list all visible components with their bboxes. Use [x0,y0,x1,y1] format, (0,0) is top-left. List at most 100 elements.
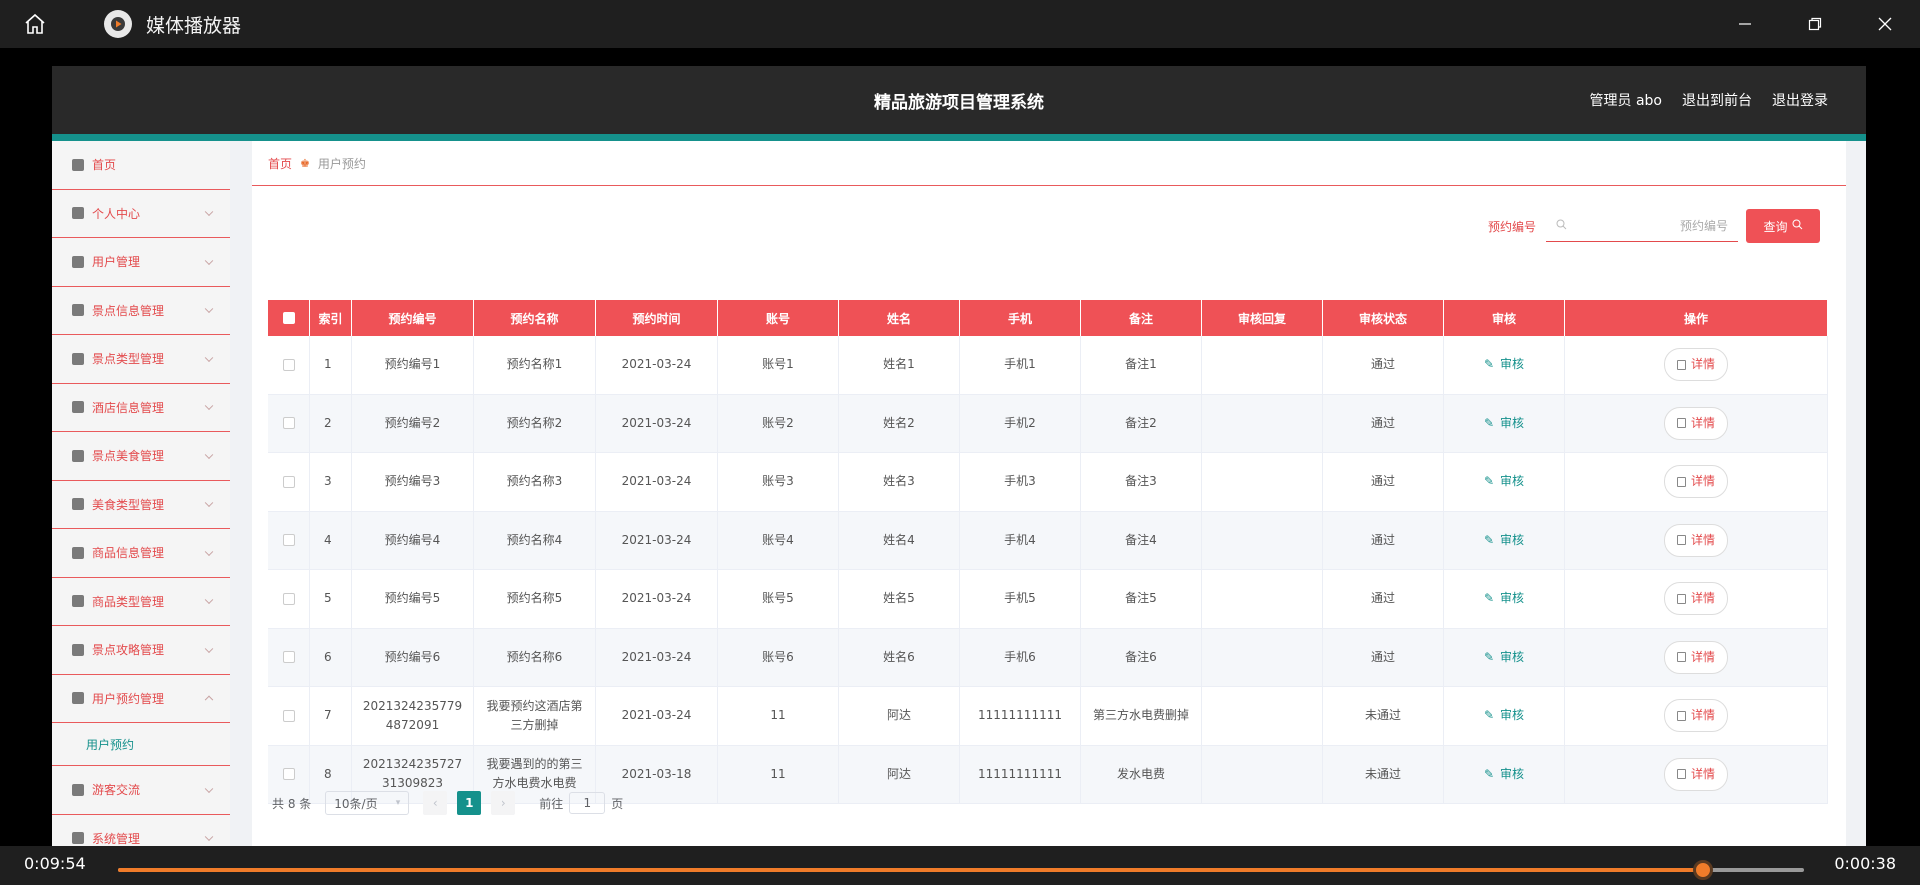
operation-cell: 详情 [1565,453,1828,511]
audit-button[interactable]: ✎ 审核 [1484,648,1524,667]
detail-button[interactable]: 详情 [1663,465,1728,499]
column-header: 备注 [1081,300,1202,336]
table-cell: 预约名称3 [474,453,596,511]
page-size-select[interactable]: 10条/页 ▾ [325,791,410,815]
row-checkbox[interactable] [268,570,310,628]
audit-cell: ✎ 审核 [1444,570,1565,628]
row-checkbox[interactable] [268,336,310,394]
next-page-button[interactable]: › [491,791,516,815]
audit-label: 审核 [1500,708,1525,723]
audit-button[interactable]: ✎ 审核 [1484,355,1524,374]
sidebar-item[interactable]: 景点美食管理 [52,432,230,481]
table-row: 3 预约编号3 预约名称3 2021-03-24 账号3 姓名3 手机3 备注3 通过 ✎ 审核 详情 [268,453,1828,512]
row-checkbox[interactable] [268,511,310,569]
breadcrumb-home[interactable]: 首页 [268,155,292,172]
audit-label: 审核 [1500,649,1525,664]
sidebar-item[interactable]: 景点类型管理 [52,335,230,384]
audit-button[interactable]: ✎ 审核 [1484,472,1524,491]
audit-button[interactable]: ✎ 审核 [1484,414,1524,433]
goto-page: 前往 1 页 [539,792,623,814]
seek-bar[interactable] [118,860,1804,880]
sidebar-item[interactable]: 景点信息管理 [52,287,230,335]
chevron-down-icon [204,644,214,653]
row-checkbox[interactable] [268,687,310,745]
user-icon [72,207,84,220]
sidebar-item[interactable]: 景点攻略管理 [52,626,230,675]
audit-button[interactable]: ✎ 审核 [1484,706,1524,725]
restore-icon[interactable] [1780,0,1850,48]
query-button[interactable]: 查询 [1746,209,1820,243]
audit-cell: ✎ 审核 [1444,628,1565,686]
table-cell: 备注2 [1081,394,1202,452]
sidebar-subitem-user-reservation[interactable]: 用户预约 [52,723,230,766]
detail-button[interactable]: 详情 [1663,523,1728,557]
search-input[interactable]: 预约编号 [1546,210,1738,242]
logout-link[interactable]: 退出登录 [1772,90,1828,110]
select-all-checkbox[interactable] [268,300,310,336]
table-cell: 姓名2 [839,394,960,452]
player-titlebar: 媒体播放器 [0,0,1920,48]
column-header: 预约编号 [352,300,474,336]
server-icon [72,692,84,705]
operation-cell: 详情 [1565,570,1828,628]
sidebar-item[interactable]: 美食类型管理 [52,481,230,529]
table-cell: 备注5 [1081,570,1202,628]
sidebar-item[interactable]: 商品类型管理 [52,578,230,626]
detail-button[interactable]: 详情 [1663,640,1728,674]
audit-label: 审核 [1500,357,1525,372]
table-row: 1 预约编号1 预约名称1 2021-03-24 账号1 姓名1 手机1 备注1 通过 ✎ 审核 详情 [268,336,1828,395]
operation-cell: 详情 [1565,511,1828,569]
prev-page-button[interactable]: ‹ [423,791,448,815]
table-cell: 我要预约这酒店第三方删掉 [474,687,596,745]
sidebar-item[interactable]: 游客交流 [52,766,230,815]
table-cell: 账号3 [718,453,839,511]
seek-thumb[interactable] [1692,860,1713,880]
current-page-button[interactable]: 1 [457,791,482,815]
detail-button[interactable]: 详情 [1663,582,1728,616]
row-checkbox[interactable] [268,394,310,452]
table-body: 1 预约编号1 预约名称1 2021-03-24 账号1 姓名1 手机1 备注1 通过 ✎ 审核 详情… [268,336,1828,804]
operation-cell: 详情 [1565,394,1828,452]
detail-button[interactable]: 详情 [1663,757,1728,791]
document-icon [1676,476,1686,487]
sidebar-item[interactable]: 商品信息管理 [52,529,230,578]
sidebar-item[interactable]: 用户预约管理 [52,675,230,723]
pager-total: 共 8 条 [272,796,312,811]
edit-icon: ✎ [1483,649,1495,664]
audit-button[interactable]: ✎ 审核 [1484,589,1524,608]
audit-button[interactable]: ✎ 审核 [1484,531,1524,550]
detail-button[interactable]: 详情 [1663,699,1728,733]
card-icon [72,595,84,608]
table-cell: 预约编号2 [352,394,474,452]
goto-page-input[interactable]: 1 [569,792,606,814]
row-checkbox[interactable] [268,628,310,686]
audit-button[interactable]: ✎ 审核 [1484,765,1524,784]
audit-label: 审核 [1500,766,1525,781]
sidebar-item[interactable]: 用户管理 [52,238,230,287]
table-cell: 2 [310,394,352,452]
sidebar-item[interactable]: 首页 [52,141,230,190]
edit-icon: ✎ [1483,474,1495,489]
back-to-front-link[interactable]: 退出到前台 [1682,90,1752,110]
close-icon[interactable] [1850,0,1920,48]
detail-button[interactable]: 详情 [1663,406,1728,440]
sidebar-item[interactable]: 个人中心 [52,190,230,238]
table-cell [1202,745,1323,803]
sidebar-item[interactable]: 酒店信息管理 [52,384,230,432]
detail-label: 详情 [1690,474,1715,489]
detail-button[interactable]: 详情 [1663,348,1728,382]
minimize-icon[interactable] [1710,0,1780,48]
leaf-icon [72,643,84,656]
edit-icon: ✎ [1483,708,1495,723]
media-player-logo-icon [104,10,132,38]
table-cell [1202,336,1323,394]
home-icon[interactable] [18,7,52,41]
bar-chart-icon [72,352,84,365]
operation-cell: 详情 [1565,745,1828,803]
sidebar-item-label: 游客交流 [92,783,141,798]
row-checkbox[interactable] [268,453,310,511]
video-frame: 精品旅游项目管理系统 管理员 abo 退出到前台 退出登录 首页 个人中心 用户管理… [52,66,1866,846]
table-cell: 通过 [1323,570,1444,628]
main-content: 首页 ♚ 用户预约 预约编号 预约编号 查询 索引 预约编号 预约名称 预约时间 账号姓… [252,141,1846,846]
sidebar-item[interactable]: 系统管理 [52,815,230,847]
